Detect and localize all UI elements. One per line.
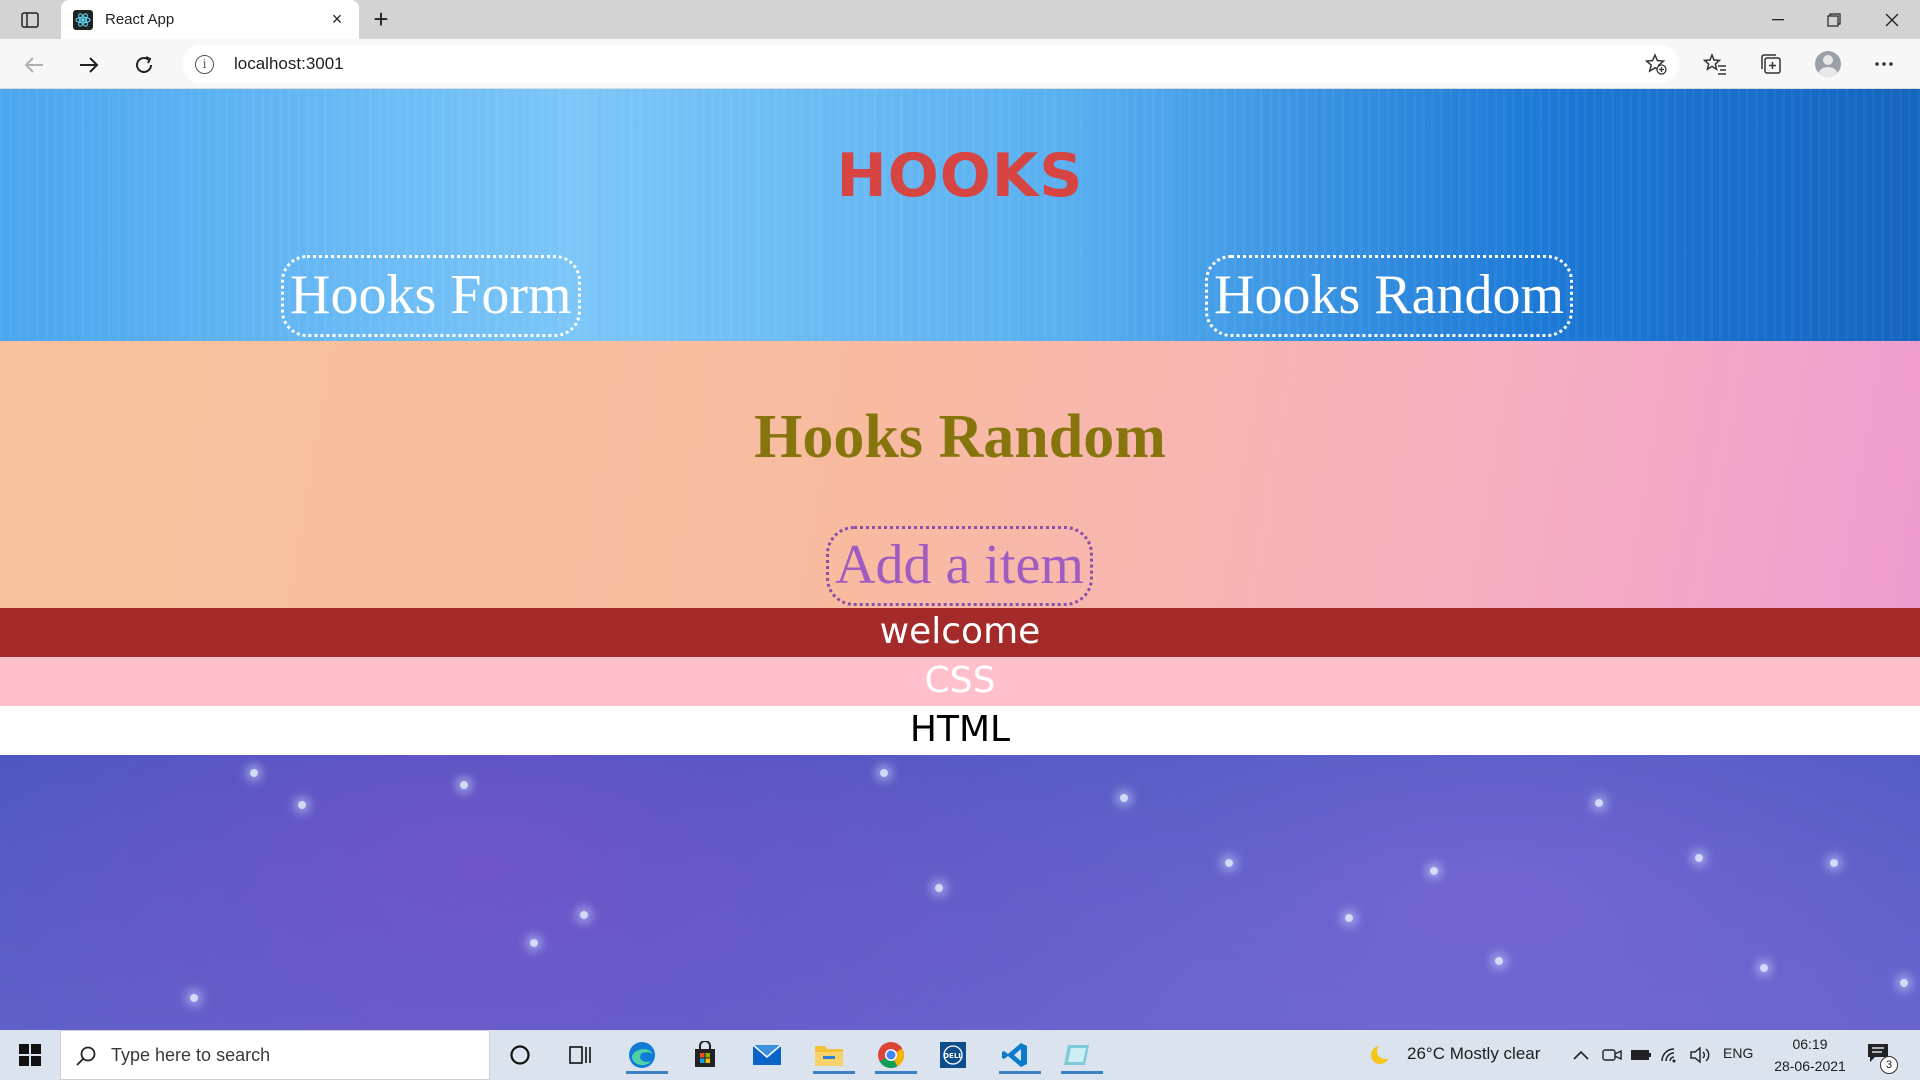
tab-title: React App [105,11,175,28]
list-item: welcome [0,608,1920,657]
nav-link-hooks-form[interactable]: Hooks Form [281,255,581,337]
search-icon [76,1046,96,1066]
wifi-icon[interactable] [1657,1036,1683,1074]
page-viewport: HOOKS Hooks Form Hooks Random Hooks Rand… [0,89,1920,1030]
app-title: HOOKS [836,141,1084,211]
clock-time: 06:19 [1792,1036,1828,1052]
taskbar-search-box[interactable]: Type here to search [60,1030,490,1080]
start-button[interactable] [0,1030,60,1080]
collections-icon[interactable] [1756,49,1786,79]
forward-icon[interactable] [75,51,103,79]
tab-close-icon[interactable]: × [327,9,347,29]
url-text[interactable]: localhost:3001 [234,54,344,74]
vscode-icon[interactable] [995,1036,1041,1074]
add-item-button[interactable]: Add a item [826,526,1093,606]
restore-icon[interactable] [1806,0,1862,39]
section-title: Hooks Random [754,403,1166,471]
file-explorer-icon[interactable] [809,1036,855,1074]
app-window-icon[interactable] [1057,1036,1103,1074]
weather-text[interactable]: 26°C Mostly clear [1407,1044,1540,1064]
notification-count-badge: 3 [1880,1056,1898,1074]
language-indicator[interactable]: ENG [1723,1045,1753,1061]
svg-text:DELL: DELL [943,1052,963,1060]
battery-icon[interactable] [1628,1036,1654,1074]
new-tab-button[interactable]: + [368,6,394,33]
volume-icon[interactable] [1687,1036,1713,1074]
site-info-icon[interactable]: i [195,55,214,74]
windows-logo-icon [19,1044,41,1066]
tab-actions-icon[interactable] [18,10,42,30]
refresh-icon[interactable] [130,51,158,79]
favorites-icon[interactable] [1700,49,1730,79]
edge-browser-icon[interactable] [622,1036,668,1074]
clock-date: 28-06-2021 [1774,1058,1846,1074]
clock[interactable]: 06:19 28-06-2021 [1760,1033,1860,1077]
hooks-random-section: Hooks Random Add a item [0,341,1920,608]
profile-icon [1815,51,1841,77]
list-item: CSS [0,657,1920,706]
chrome-icon[interactable] [871,1036,917,1074]
chevron-up-icon[interactable] [1568,1036,1594,1074]
app-header: HOOKS Hooks Form Hooks Random [0,89,1920,341]
nav-link-hooks-random[interactable]: Hooks Random [1205,255,1573,337]
close-window-icon[interactable] [1864,0,1920,39]
task-view-icon[interactable] [560,1036,600,1074]
list-item: HTML [0,706,1920,755]
more-options-icon[interactable] [1869,49,1899,79]
running-indicator [813,1071,855,1074]
weather-moon-icon[interactable] [1365,1036,1395,1074]
running-indicator [626,1071,668,1074]
running-indicator [1061,1071,1103,1074]
meet-now-icon[interactable] [1599,1036,1625,1074]
profile-avatar[interactable] [1813,49,1843,79]
browser-tab[interactable]: React App × [61,0,359,39]
cortana-icon[interactable] [500,1036,540,1074]
address-bar[interactable]: i localhost:3001 [182,45,1679,83]
back-icon[interactable] [20,51,48,79]
add-favorite-icon[interactable] [1644,53,1667,75]
minimize-icon[interactable] [1750,0,1806,39]
browser-tab-bar: React App × + [0,0,1920,39]
search-placeholder: Type here to search [111,1045,271,1065]
dell-icon[interactable]: DELL [933,1036,973,1074]
windows-taskbar: Type here to search DELL 26°C Mostly cle… [0,1030,1920,1080]
running-indicator [999,1071,1041,1074]
running-indicator [875,1071,917,1074]
react-favicon-icon [73,10,93,30]
browser-toolbar: i localhost:3001 [0,39,1920,89]
store-icon[interactable] [685,1036,725,1074]
mail-icon[interactable] [747,1036,787,1074]
item-list: welcome CSS HTML [0,608,1920,755]
